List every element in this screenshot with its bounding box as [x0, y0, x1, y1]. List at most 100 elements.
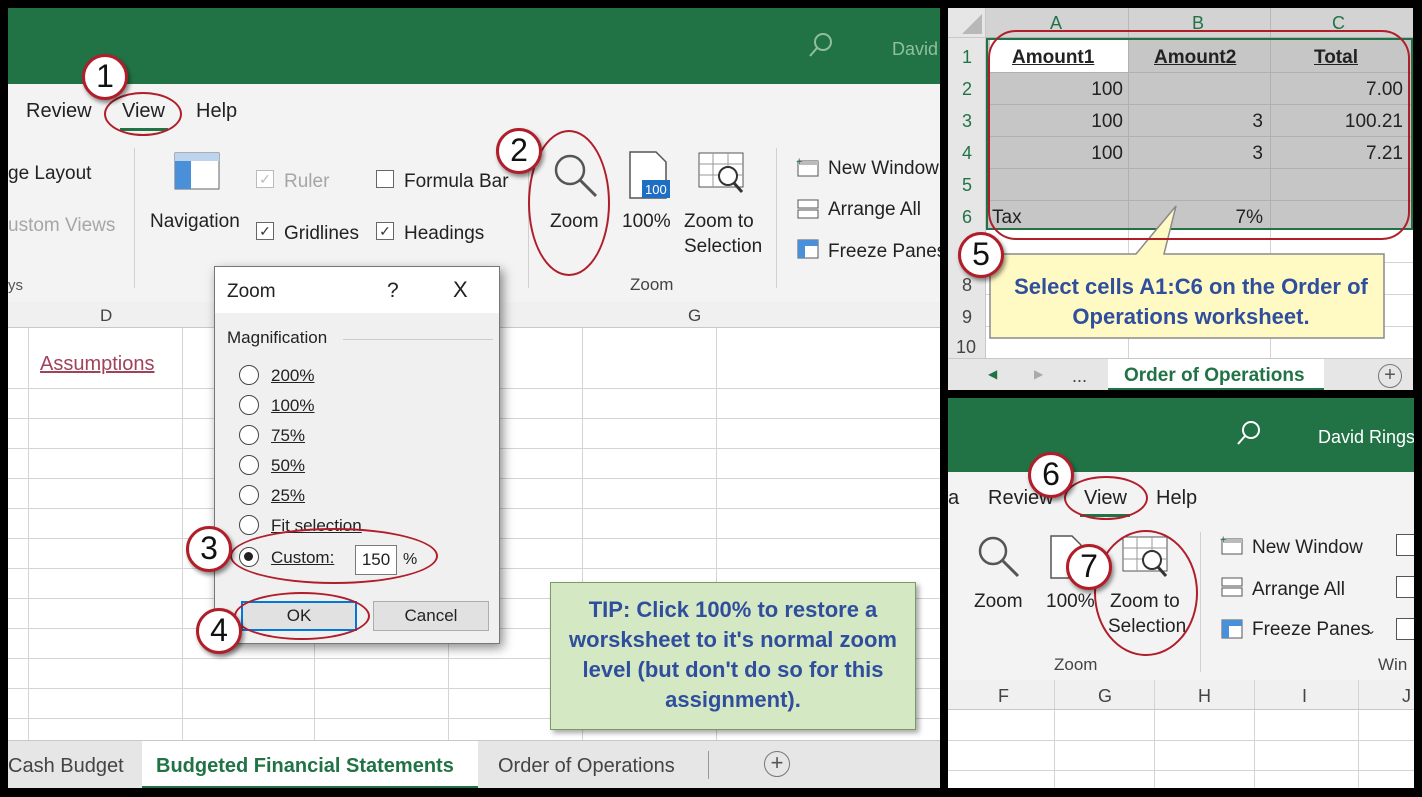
column-header-f[interactable]: F — [998, 687, 1009, 705]
add-sheet-button[interactable]: + — [1378, 364, 1402, 388]
selection-highlight-oval — [988, 30, 1410, 240]
tab-active[interactable]: Budgeted Financial Statements — [142, 741, 478, 788]
corner-cell[interactable] — [948, 8, 986, 38]
hundred-icon-text: 100 — [645, 182, 667, 197]
navigation-button[interactable]: Navigation — [150, 212, 240, 231]
zoom-magnifier-icon — [976, 534, 1022, 580]
next-sheet-icon[interactable]: ▶ — [1034, 368, 1043, 380]
title-bar: David — [8, 8, 940, 84]
option-100-label[interactable]: 100% — [271, 397, 314, 414]
prev-sheet-icon[interactable]: ◀ — [988, 368, 997, 380]
radio-200[interactable] — [239, 365, 259, 385]
radio-25[interactable] — [239, 485, 259, 505]
column-header-j[interactable]: J — [1402, 687, 1411, 705]
row-header-4[interactable]: 4 — [962, 144, 972, 162]
row-header-1[interactable]: 1 — [962, 48, 972, 66]
column-header-h[interactable]: H — [1198, 687, 1211, 705]
sheet-tab-bar: Cash Budget Budgeted Financial Statement… — [8, 740, 940, 788]
zoom-to-label[interactable]: Zoom to — [684, 212, 754, 231]
option-200-label[interactable]: 200% — [271, 367, 314, 384]
column-header-d[interactable]: D — [100, 307, 112, 324]
radio-fit-selection[interactable] — [239, 515, 259, 535]
row-header-6[interactable]: 6 — [962, 208, 972, 226]
custom-highlight-oval — [230, 528, 438, 584]
view-highlight-oval — [104, 92, 182, 136]
tab-order-of-operations[interactable]: Order of Operations — [498, 755, 675, 778]
hundred-percent-button[interactable]: 100% — [622, 212, 671, 231]
menu-bar: a Review View Help — [948, 472, 1414, 522]
column-header-g[interactable]: G — [688, 307, 701, 324]
user-name[interactable]: David Rings — [1318, 428, 1414, 446]
row-header-9[interactable]: 9 — [962, 308, 972, 326]
instruction-callout: Select cells A1:C6 on the Order of Opera… — [986, 205, 1390, 342]
more-sheets[interactable]: ... — [1072, 367, 1087, 385]
hundred-percent-button[interactable]: 100% — [1046, 592, 1095, 611]
add-sheet-button[interactable]: + — [764, 751, 790, 777]
left-excel-window: David Review View Help ge Layout ustom V… — [8, 8, 940, 788]
search-icon[interactable] — [808, 32, 834, 58]
tab-cash-budget[interactable]: Cash Budget — [8, 755, 124, 778]
row-header-10[interactable]: 10 — [956, 338, 976, 356]
menu-review[interactable]: Review — [26, 101, 92, 121]
dialog-title-bar: Zoom ? X — [215, 267, 499, 313]
row-header-2[interactable]: 2 — [962, 80, 972, 98]
radio-100[interactable] — [239, 395, 259, 415]
option-25-label[interactable]: 25% — [271, 487, 305, 504]
separator — [134, 148, 135, 288]
ok-highlight-oval — [234, 592, 370, 640]
svg-text:+: + — [796, 156, 802, 168]
menu-data-fragment[interactable]: a — [948, 488, 959, 508]
cancel-button[interactable]: Cancel — [373, 601, 489, 631]
option-50-label[interactable]: 50% — [271, 457, 305, 474]
help-icon[interactable]: ? — [387, 280, 399, 301]
zoom-group-label: Zoom — [630, 275, 674, 294]
menu-help[interactable]: Help — [196, 101, 237, 121]
column-header-i[interactable]: I — [1302, 687, 1307, 705]
tab-budgeted-financial-statements[interactable]: Budgeted Financial Statements — [156, 755, 454, 778]
view-highlight-oval — [1064, 476, 1148, 520]
column-header-g[interactable]: G — [1098, 687, 1112, 705]
formula-bar-checkbox[interactable] — [376, 170, 394, 188]
step-badge-6: 6 — [1028, 452, 1074, 498]
step-badge-2: 2 — [496, 128, 542, 174]
split-icon[interactable] — [1396, 534, 1414, 556]
tip-text: TIP: Click 100% to restore a worsksheet … — [569, 597, 897, 712]
search-icon[interactable] — [1236, 420, 1262, 446]
close-icon[interactable]: X — [453, 279, 468, 301]
new-window-button[interactable]: New Window — [1252, 538, 1363, 557]
new-window-button[interactable]: New Window — [828, 159, 939, 178]
radio-75[interactable] — [239, 425, 259, 445]
user-name[interactable]: David — [892, 40, 938, 58]
row-header-8[interactable]: 8 — [962, 276, 972, 294]
row-header-5[interactable]: 5 — [962, 176, 972, 194]
cancel-label: Cancel — [404, 606, 458, 625]
unhide-icon[interactable] — [1396, 618, 1414, 640]
arrange-all-icon — [1220, 576, 1244, 598]
zoom-button[interactable]: Zoom — [974, 592, 1023, 611]
tab-active[interactable]: Order of Operations — [1108, 359, 1324, 390]
arrange-all-button[interactable]: Arrange All — [1252, 580, 1345, 599]
freeze-panes-button[interactable]: Freeze Panes — [828, 242, 940, 261]
step-badge-1: 1 — [82, 54, 128, 100]
menu-help[interactable]: Help — [1156, 488, 1197, 508]
hide-icon[interactable] — [1396, 576, 1414, 598]
gridlines-checkbox[interactable]: ✓ — [256, 222, 274, 240]
selection-label[interactable]: Selection — [684, 237, 762, 256]
chevron-down-icon[interactable]: ⌄ — [1366, 624, 1376, 636]
freeze-panes-button[interactable]: Freeze Panes — [1252, 620, 1370, 639]
ruler-checkbox[interactable]: ✓ — [256, 170, 274, 188]
assumptions-link[interactable]: Assumptions — [40, 354, 155, 374]
arrange-all-button[interactable]: Arrange All — [828, 200, 921, 219]
sheet-tab-bar: ◀ ▶ ... Order of Operations + — [948, 358, 1413, 390]
sheet-grid[interactable] — [948, 710, 1414, 788]
headings-checkbox[interactable]: ✓ — [376, 222, 394, 240]
arrange-all-icon — [796, 198, 820, 220]
page-layout-button[interactable]: ge Layout — [8, 164, 91, 183]
option-75-label[interactable]: 75% — [271, 427, 305, 444]
radio-50[interactable] — [239, 455, 259, 475]
row-header-3[interactable]: 3 — [962, 112, 972, 130]
formula-bar-label: Formula Bar — [404, 171, 509, 192]
svg-text:+: + — [1220, 534, 1226, 546]
custom-views-button[interactable]: ustom Views — [8, 216, 115, 235]
tab-order-of-operations[interactable]: Order of Operations — [1124, 366, 1305, 385]
